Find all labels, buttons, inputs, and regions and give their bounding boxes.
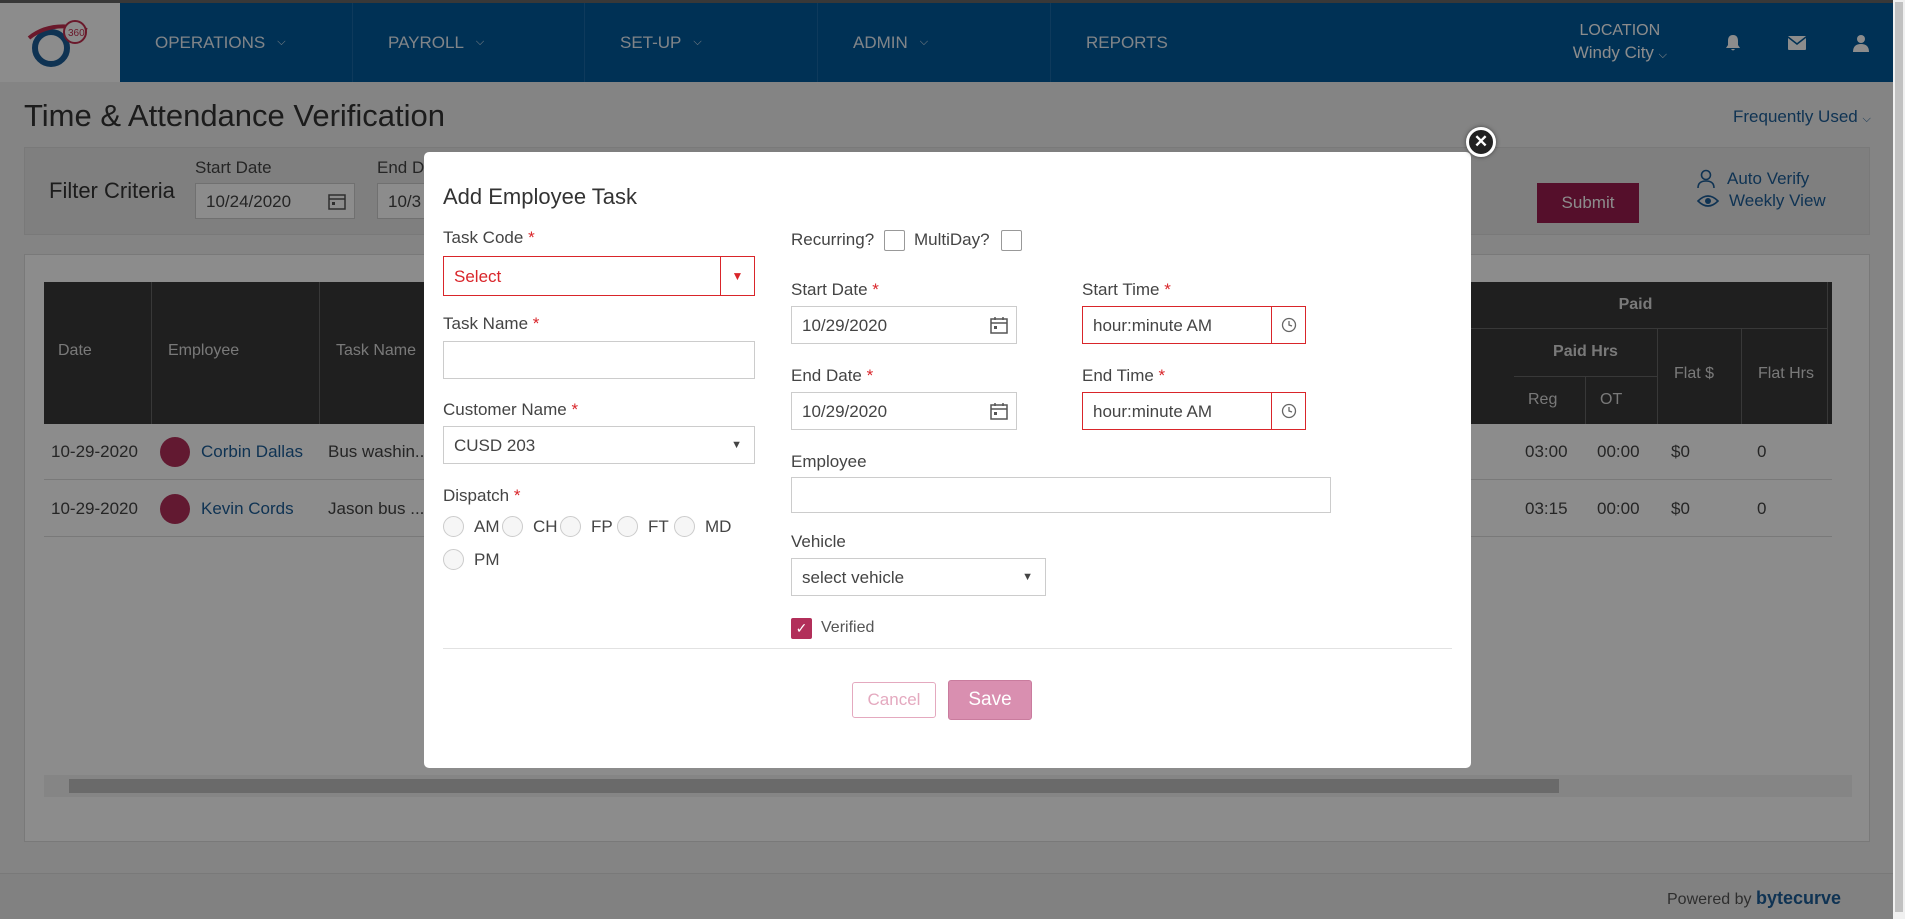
end-time-label: End Time * [1082,366,1165,386]
end-date-label: End Date * [791,366,873,386]
radio-button[interactable] [443,549,464,570]
dispatch-am[interactable]: AM [443,516,500,537]
dispatch-ch[interactable]: CH [502,516,558,537]
required-mark: * [1164,280,1171,299]
required-mark: * [532,314,540,333]
recurring-checkbox[interactable] [884,230,905,251]
customer-name-label-text: Customer Name [443,400,567,419]
page-scrollbar[interactable] [1893,0,1905,919]
dispatch-md[interactable]: MD [674,516,731,537]
start-time-input[interactable]: hour:minute AM [1082,306,1306,344]
required-mark: * [866,366,874,385]
radio-button[interactable] [617,516,638,537]
multiday-checkbox[interactable] [1001,230,1022,251]
employee-input[interactable] [791,477,1331,513]
task-name-label-text: Task Name [443,314,529,333]
scrollbar-thumb[interactable] [1895,2,1903,912]
task-code-value: Select [454,267,502,286]
vehicle-label: Vehicle [791,532,846,551]
employee-label: Employee [791,452,867,471]
task-code-select[interactable]: Select ▼ [443,256,755,296]
dispatch-pm-label: PM [474,549,500,569]
end-date-label-text: End Date [791,366,862,385]
required-mark: * [872,280,879,299]
dispatch-ft-label: FT [648,516,669,536]
start-date-label: Start Date * [791,280,879,300]
start-date-label-text: Start Date [791,280,868,299]
dispatch-am-label: AM [474,516,500,536]
modal-divider [443,648,1452,649]
close-modal-button[interactable]: ✕ [1466,127,1496,157]
multiday-label: MultiDay? [914,230,990,249]
save-button[interactable]: Save [948,680,1032,720]
cancel-button[interactable]: Cancel [852,682,936,718]
dispatch-label: Dispatch * [443,486,521,506]
close-icon: ✕ [1473,132,1489,151]
clock-icon[interactable] [1271,307,1305,343]
calendar-icon[interactable] [982,393,1016,429]
dispatch-label-text: Dispatch [443,486,510,505]
start-time-label: Start Time * [1082,280,1171,300]
vehicle-select[interactable]: select vehicle ▼ [791,558,1046,596]
vehicle-value: select vehicle [802,568,905,587]
recurring-label: Recurring? [791,230,875,249]
dispatch-fp[interactable]: FP [560,516,613,537]
caret-down-icon[interactable]: ▼ [720,257,754,295]
caret-down-icon: ▼ [1022,571,1033,583]
dispatch-pm[interactable]: PM [443,549,500,570]
start-date-input[interactable]: 10/29/2020 [791,306,1017,344]
customer-name-value: CUSD 203 [454,436,536,455]
task-code-label: Task Code * [443,228,535,248]
required-mark: * [1158,366,1166,385]
start-time-placeholder: hour:minute AM [1093,316,1213,335]
end-time-placeholder: hour:minute AM [1093,402,1213,421]
end-time-label-text: End Time [1082,366,1154,385]
required-mark: * [528,228,535,247]
radio-button[interactable] [560,516,581,537]
radio-button[interactable] [443,516,464,537]
clock-icon[interactable] [1271,393,1305,429]
dispatch-md-label: MD [705,516,732,536]
customer-name-select[interactable]: CUSD 203 ▼ [443,426,755,464]
customer-name-label: Customer Name * [443,400,578,420]
end-date-value: 10/29/2020 [802,402,888,421]
required-mark: * [513,486,521,505]
caret-down-icon: ▼ [731,439,742,451]
calendar-icon[interactable] [982,307,1016,343]
radio-button[interactable] [502,516,523,537]
verified-checkbox[interactable]: ✓ [791,618,812,639]
end-date-input[interactable]: 10/29/2020 [791,392,1017,430]
dispatch-ft[interactable]: FT [617,516,669,537]
verified-label: Verified [821,619,875,636]
radio-button[interactable] [674,516,695,537]
task-name-label: Task Name * [443,314,539,334]
required-mark: * [571,400,579,419]
dispatch-fp-label: FP [591,516,613,536]
task-name-input[interactable] [443,341,755,379]
start-date-value: 10/29/2020 [802,316,888,335]
dispatch-ch-label: CH [533,516,558,536]
end-time-input[interactable]: hour:minute AM [1082,392,1306,430]
add-employee-task-modal: Add Employee Task Task Code * Select ▼ T… [424,152,1471,768]
task-code-label-text: Task Code [443,228,524,247]
start-time-label-text: Start Time [1082,280,1160,299]
modal-title: Add Employee Task [443,184,638,209]
